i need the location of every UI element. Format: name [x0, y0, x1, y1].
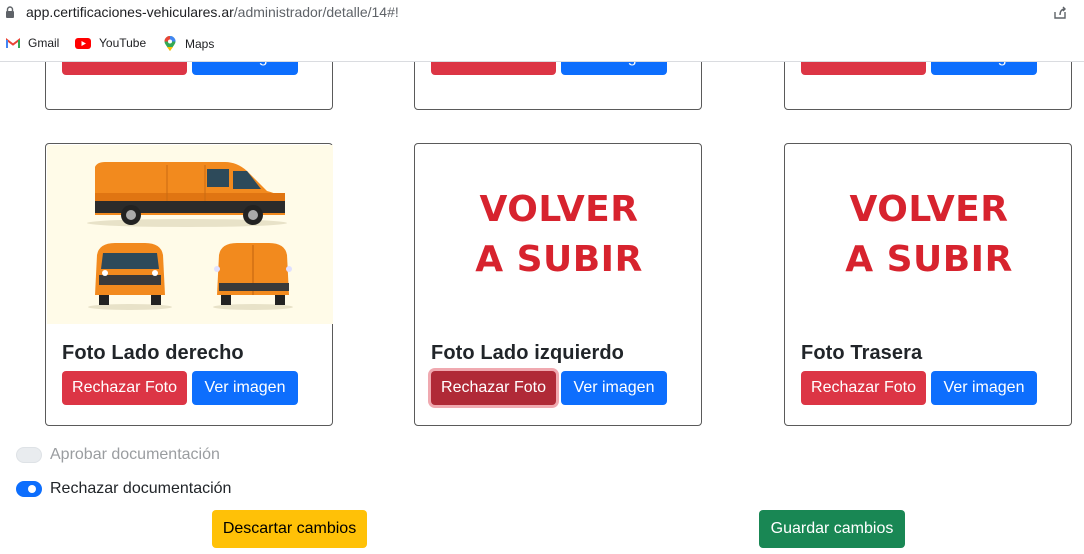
reupload-text-line1: VOLVER	[479, 188, 639, 230]
approve-switch[interactable]	[16, 447, 42, 463]
reject-switch[interactable]	[16, 481, 42, 497]
url-path: /administrador/detalle/14#!	[233, 4, 399, 20]
share-icon[interactable]	[1052, 5, 1068, 21]
view-image-button[interactable]: Ver imagen	[192, 371, 298, 405]
reject-documentation-option[interactable]: Rechazar documentación	[16, 480, 231, 498]
photo-card: Rechazar Foto Ver imagen	[45, 62, 333, 110]
reject-photo-button[interactable]: Rechazar Foto	[62, 62, 187, 75]
reject-photo-button[interactable]: Rechazar Foto	[431, 371, 556, 405]
view-image-button[interactable]: Ver imagen	[931, 62, 1037, 75]
van-photo[interactable]	[47, 145, 333, 324]
photo-card: Rechazar Foto Ver imagen	[784, 62, 1072, 110]
url-host: app.certificaciones-vehiculares.ar	[26, 4, 234, 20]
save-changes-button[interactable]: Guardar cambios	[759, 510, 905, 548]
reject-photo-button[interactable]: Rechazar Foto	[801, 62, 926, 75]
gmail-icon	[6, 37, 20, 48]
card-title: Foto Lado izquierdo	[431, 342, 624, 364]
photo-card-right-side: Foto Lado derecho Rechazar Foto Ver imag…	[45, 143, 333, 426]
van-illustration	[47, 145, 333, 324]
youtube-icon	[75, 37, 91, 49]
url-text[interactable]: app.certificaciones-vehiculares.ar/admin…	[26, 4, 399, 20]
reupload-text-line2: A SUBIR	[845, 238, 1013, 280]
approve-label: Aprobar documentación	[50, 446, 220, 463]
reject-photo-button[interactable]: Rechazar Foto	[801, 371, 926, 405]
reupload-text-line1: VOLVER	[849, 188, 1009, 230]
card-title: Foto Lado derecho	[62, 342, 244, 364]
card-title: Foto Trasera	[801, 342, 923, 364]
view-image-button[interactable]: Ver imagen	[192, 62, 298, 75]
bookmark-maps[interactable]: Maps	[164, 36, 214, 51]
bookmark-label: Gmail	[28, 36, 60, 50]
bookmark-label: YouTube	[99, 36, 147, 50]
photo-card-left-side: VOLVER A SUBIR Foto Lado izquierdo Recha…	[414, 143, 702, 426]
bookmark-label: Maps	[185, 36, 215, 51]
bookmark-youtube[interactable]: YouTube	[75, 36, 146, 50]
bookmark-gmail[interactable]: Gmail	[6, 36, 59, 50]
view-image-button[interactable]: Ver imagen	[561, 62, 667, 75]
reject-photo-button[interactable]: Rechazar Foto	[62, 371, 187, 405]
address-bar[interactable]: app.certificaciones-vehiculares.ar/admin…	[0, 0, 1084, 26]
photo-card-rear: VOLVER A SUBIR Foto Trasera Rechazar Fot…	[784, 143, 1072, 426]
photo-card: Rechazar Foto Ver imagen	[414, 62, 702, 110]
page-content: Rechazar Foto Ver imagen Rechazar Foto V…	[0, 62, 1084, 554]
reupload-photo[interactable]: VOLVER A SUBIR	[416, 145, 702, 324]
maps-icon	[164, 36, 176, 51]
reupload-photo[interactable]: VOLVER A SUBIR	[786, 145, 1072, 324]
discard-changes-button[interactable]: Descartar cambios	[212, 510, 367, 548]
lock-icon	[6, 6, 14, 18]
reject-label: Rechazar documentación	[50, 480, 232, 497]
reject-photo-button[interactable]: Rechazar Foto	[431, 62, 556, 75]
view-image-button[interactable]: Ver imagen	[561, 371, 667, 405]
approve-documentation-option[interactable]: Aprobar documentación	[16, 446, 220, 464]
view-image-button[interactable]: Ver imagen	[931, 371, 1037, 405]
reupload-text-line2: A SUBIR	[475, 238, 643, 280]
bookmarks-bar: Gmail YouTube Maps	[0, 26, 1084, 62]
